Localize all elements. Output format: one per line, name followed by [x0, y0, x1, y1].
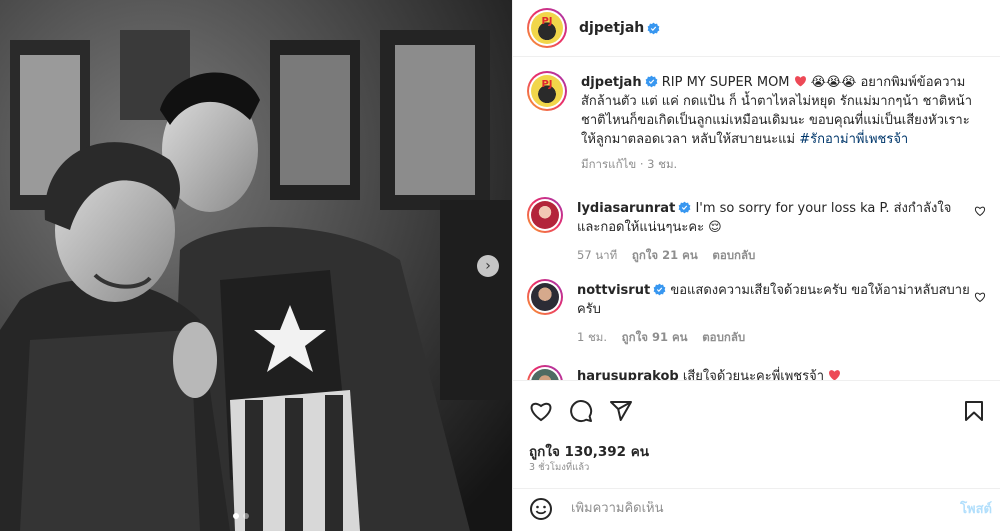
red-heart-emoji-icon [829, 370, 841, 380]
comment-username[interactable]: lydiasarunrat [577, 201, 675, 216]
caption-text-1: RIP MY SUPER MOM [661, 75, 790, 90]
post-side-panel: djpetjah djpetjah RIP MY SUPER MOM 😭😭😭 อ… [512, 0, 1000, 531]
heart-icon[interactable] [529, 399, 553, 423]
heart-icon[interactable] [974, 291, 986, 303]
caption-username[interactable]: djpetjah [581, 75, 642, 90]
comment-item: nottvisrut ขอแสดงความเสียใจด้วยนะครับ ขอ… [527, 279, 990, 347]
author-username[interactable]: djpetjah [579, 20, 644, 36]
comment-icon[interactable] [569, 399, 593, 423]
comment-likes[interactable]: ถูกใจ 91 คน [622, 330, 688, 344]
commenter-avatar[interactable] [527, 197, 563, 233]
heart-icon[interactable] [974, 205, 986, 217]
verified-badge-icon [678, 201, 691, 214]
bookmark-icon[interactable] [962, 399, 986, 423]
share-icon[interactable] [609, 399, 633, 423]
post-actions: ถูกใจ 130,392 คน 3 ชั่วโมงที่แล้ว โพสต์ [513, 380, 1000, 520]
comment-input[interactable] [571, 501, 921, 516]
comment-bar: โพสต์ [513, 488, 1000, 528]
caption: djpetjah RIP MY SUPER MOM 😭😭😭 อยากพิมพ์ข… [527, 71, 990, 174]
comment-time: 1 ชม. [577, 330, 608, 344]
author-avatar[interactable] [527, 8, 567, 48]
post-comment-button[interactable]: โพสต์ [960, 498, 992, 519]
carousel-next-button[interactable]: › [477, 255, 499, 277]
commenter-avatar[interactable] [527, 279, 563, 315]
caption-hashtag[interactable]: #รักอาม่าพี่เพชรจ้า [799, 132, 908, 147]
photo-image [0, 0, 512, 531]
emoji-icon[interactable] [529, 497, 553, 521]
caption-meta: มีการแก้ไข · 3 ชม. [581, 157, 678, 171]
commenter-avatar[interactable] [527, 365, 563, 380]
post-time: 3 ชั่วโมงที่แล้ว [529, 462, 590, 473]
carousel-dot-active [233, 513, 239, 519]
reply-button[interactable]: ตอบกลับ [712, 248, 755, 262]
comment-username[interactable]: nottvisrut [577, 283, 650, 298]
carousel-dot [243, 513, 249, 519]
red-heart-emoji-icon [794, 76, 806, 87]
chevron-right-icon: › [485, 258, 491, 274]
post-header: djpetjah [513, 0, 1000, 57]
comment-username[interactable]: harusuprakob [577, 369, 679, 380]
comment-item: harusuprakob เสียใจด้วยนะคะพี่เพชรจ้า [527, 365, 990, 380]
comment-text: เสียใจด้วยนะคะพี่เพชรจ้า [682, 369, 825, 380]
caption-avatar[interactable] [527, 71, 567, 111]
comment-time: 57 นาที [577, 248, 618, 262]
verified-badge-icon [645, 75, 657, 88]
likes-count[interactable]: ถูกใจ 130,392 คน [529, 440, 649, 462]
verified-badge-icon [653, 283, 666, 296]
verified-badge-icon [647, 22, 660, 34]
post-photo[interactable]: › [0, 0, 512, 531]
reply-button[interactable]: ตอบกลับ [702, 330, 745, 344]
comment-item: lydiasarunrat I'm so sorry for your loss… [527, 197, 990, 265]
comments-list: djpetjah RIP MY SUPER MOM 😭😭😭 อยากพิมพ์ข… [513, 58, 1000, 380]
carousel-dots [233, 513, 249, 519]
comment-likes[interactable]: ถูกใจ 21 คน [632, 248, 698, 262]
